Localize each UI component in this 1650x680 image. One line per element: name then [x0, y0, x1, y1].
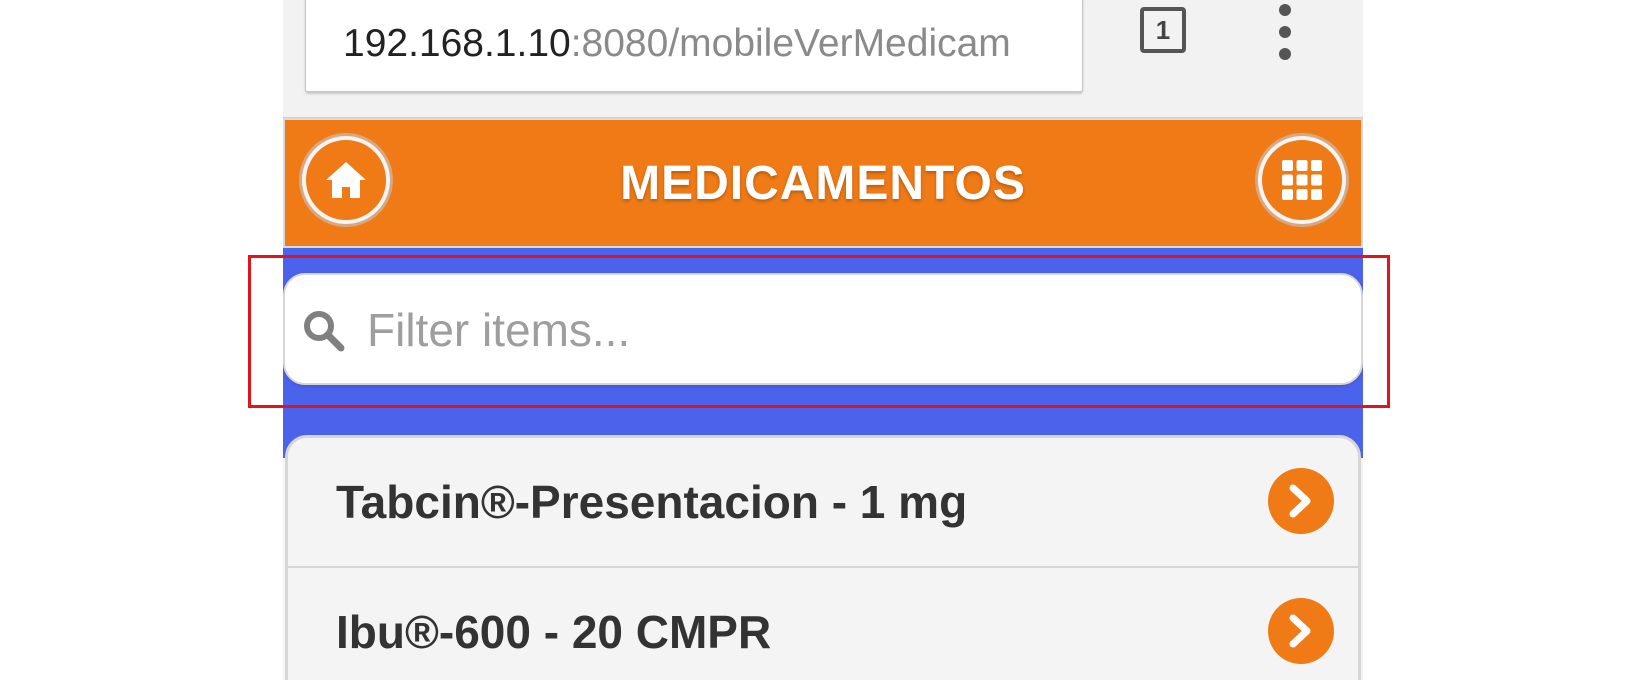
browser-toolbar: 192.168.1.10:8080/mobileVerMedicam 1 — [283, 0, 1363, 119]
tab-count: 1 — [1155, 14, 1171, 45]
url-host: 192.168.1.10 — [343, 22, 571, 65]
filter-search-box[interactable] — [283, 273, 1363, 385]
overflow-menu-icon[interactable] — [1276, 4, 1294, 60]
list-item[interactable]: Tabcin®-Presentacion - 1 mg — [288, 438, 1358, 568]
filter-input[interactable] — [365, 285, 1349, 375]
page-title: MEDICAMENTOS — [620, 156, 1026, 210]
menu-grid-button[interactable] — [1258, 136, 1346, 224]
list-item-label: Tabcin®-Presentacion - 1 mg — [336, 476, 968, 528]
list-item-label: Ibu®-600 - 20 CMPR — [336, 606, 772, 658]
grid-icon — [1282, 160, 1322, 200]
home-button[interactable] — [302, 136, 390, 224]
app-header: MEDICAMENTOS — [283, 118, 1363, 248]
tab-switcher-button[interactable]: 1 — [1140, 7, 1186, 53]
home-icon — [326, 162, 366, 198]
search-icon — [304, 311, 345, 352]
url-path: :8080/mobileVerMedicam — [570, 22, 1011, 65]
chevron-right-icon[interactable] — [1268, 468, 1334, 534]
chevron-right-icon[interactable] — [1268, 598, 1334, 664]
address-bar[interactable]: 192.168.1.10:8080/mobileVerMedicam — [305, 0, 1083, 92]
phone-screen: 192.168.1.10:8080/mobileVerMedicam 1 MED… — [283, 0, 1363, 680]
medication-list: Tabcin®-Presentacion - 1 mg Ibu®-600 - 2… — [285, 435, 1361, 680]
list-item[interactable]: Ibu®-600 - 20 CMPR — [288, 568, 1358, 680]
